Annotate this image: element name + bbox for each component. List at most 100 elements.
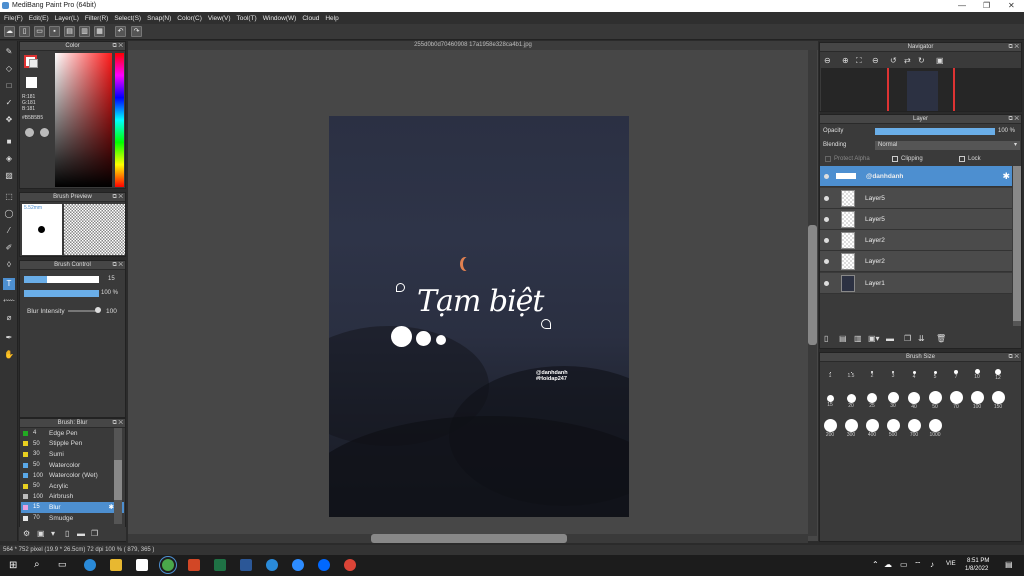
visibility-icon[interactable] [824,216,829,222]
brush-item-sumi[interactable]: 30 Sumi [21,449,124,460]
rotate-right-icon[interactable]: ↻ [918,56,925,65]
menu-layer[interactable]: Layer(L) [55,15,79,22]
document-tab[interactable]: 255d0b0d70460908 17a1958e328ca4b1.jpg [128,41,818,50]
medibang-icon[interactable] [159,556,177,574]
flip-icon[interactable]: ⇄ [904,56,911,65]
hue-slider[interactable] [115,53,124,187]
menu-help[interactable]: Help [325,15,338,22]
brush-size-cell[interactable]: 25 [862,390,882,414]
panel-close-icon[interactable]: ⧉ ✕ [112,261,123,270]
lock-checkbox[interactable] [959,156,965,162]
duplicate-icon[interactable]: ❐ [904,334,911,343]
brush-folder-icon[interactable]: ▬ [77,529,85,538]
brush-item-smudge[interactable]: 70 Smudge [21,513,124,524]
brush-size-cell[interactable]: 30 [883,390,903,414]
brush-size-cell[interactable]: 70 [946,390,966,414]
visibility-icon[interactable] [824,195,829,201]
brush-size-cell[interactable]: 10 [967,363,987,387]
layer-row-danhdanh[interactable]: @danhdanh ✱ [820,166,1012,187]
menu-color[interactable]: Color(C) [177,15,202,22]
brush-size-cell[interactable]: 400 [862,418,882,442]
visibility-icon[interactable] [824,173,829,179]
panel-close-icon[interactable]: ⧉ ✕ [1008,353,1019,362]
navigator-preview[interactable] [821,68,1021,111]
layer-list-scrollbar[interactable] [1013,166,1021,326]
operation-tool-icon[interactable]: ⬳ [3,295,15,307]
clipping-checkbox[interactable] [892,156,898,162]
undo-icon[interactable]: ↶ [115,26,126,37]
wifi-icon[interactable]: ⌔ [914,560,922,570]
blur-intensity-handle[interactable] [95,307,101,313]
new-file-icon[interactable]: ▯ [19,26,30,37]
magic-wand-tool-icon[interactable]: ⁄ [3,225,15,237]
panel-close-icon[interactable]: ⧉ ✕ [112,419,123,428]
brush-list-scrollbar[interactable] [114,428,122,524]
brush-size-cell[interactable]: 7 [946,363,966,387]
brush-size-cell[interactable]: 12 [988,363,1008,387]
brush-size-cell[interactable]: 300 [841,418,861,442]
protect-alpha-checkbox[interactable] [825,156,831,162]
save-icon[interactable]: ▪ [49,26,60,37]
new-layer-icon[interactable]: ▯ [824,334,828,343]
word-icon[interactable] [240,559,252,571]
trash-icon[interactable]: 🗑 [936,334,946,343]
store-icon[interactable] [136,559,148,571]
brush-item-airbrush[interactable]: 100 Airbrush [21,492,124,503]
brush-item-watercolor-wet[interactable]: 100 Watercolor (Wet) [21,470,124,481]
text-tool-icon[interactable]: T [3,278,15,290]
menu-edit[interactable]: Edit(E) [29,15,49,22]
color-wheel-icon[interactable] [40,128,49,137]
menu-snap[interactable]: Snap(N) [147,15,171,22]
fill-rect-tool-icon[interactable]: ■ [3,136,15,148]
folder-icon[interactable]: ▬ [886,334,894,343]
check-tool-icon[interactable]: ✓ [3,97,15,109]
rotate-left-icon[interactable]: ↺ [890,56,897,65]
menu-filter[interactable]: Filter(R) [85,15,108,22]
brush-copy-icon[interactable]: ❐ [91,529,98,538]
zoom-icon[interactable] [292,559,304,571]
horizontal-scrollbar[interactable] [128,534,808,543]
menu-select[interactable]: Select(S) [114,15,141,22]
palette-icon[interactable] [25,128,34,137]
search-icon[interactable]: ⌕ [34,559,40,570]
layer-row[interactable]: Layer1 [820,273,1012,294]
lasso-tool-icon[interactable]: ◯ [3,208,15,220]
vertical-scrollbar[interactable] [808,50,817,536]
blur-intensity-slider[interactable] [68,310,98,312]
brush-size-cell[interactable]: 40 [904,390,924,414]
layer-row[interactable]: Layer2 [820,251,1012,272]
excel-icon[interactable] [214,559,226,571]
menu-tool[interactable]: Tool(T) [237,15,257,22]
brush-item-watercolor[interactable]: 50 Watercolor [21,460,124,471]
brush-item-edge-pen[interactable]: 4 Edge Pen [21,428,124,439]
hand-tool-icon[interactable]: ✋ [3,349,15,361]
brush-size-slider[interactable] [24,276,99,283]
bucket-tool-icon[interactable]: ◈ [3,153,15,165]
navigator-settings-icon[interactable]: ▣ [936,56,944,65]
export-icon[interactable]: ▤ [64,26,75,37]
visibility-icon[interactable] [824,258,829,264]
select-rect-tool-icon[interactable]: ⬚ [3,191,15,203]
cloud-icon[interactable]: ☁ [4,26,15,37]
menu-window[interactable]: Window(W) [263,15,297,22]
chevron-up-icon[interactable]: ⌃ [872,560,879,569]
brush-size-cell[interactable]: 20 [841,390,861,414]
panel-close-icon[interactable]: ⧉ ✕ [112,42,123,51]
layer-row[interactable]: Layer5 [820,209,1012,230]
zoom-reset-icon[interactable]: ⊖ [872,56,879,65]
layer-opacity-slider[interactable] [875,128,995,135]
brush-item-blur[interactable]: 15 Blur ✱ [21,502,124,513]
brush-item-stipple-pen[interactable]: 50 Stipple Pen [21,439,124,450]
brush-size-cell[interactable]: 500 [883,418,903,442]
notification-icon[interactable]: ▤ [1005,560,1013,569]
menu-view[interactable]: View(V) [208,15,231,22]
minimize-icon[interactable]: — [958,1,966,10]
brush-item-acrylic[interactable]: 50 Acrylic [21,481,124,492]
merge-down-icon[interactable]: ⇊ [918,334,925,343]
windows-start-icon[interactable]: ⊞ [9,560,17,571]
brush-layer-icon[interactable]: ▣ [37,529,45,538]
saturation-value-picker[interactable] [55,53,112,187]
eyedropper-tool-icon[interactable]: ⌀ [3,312,15,324]
onedrive-icon[interactable]: ☁ [884,560,892,569]
brush-size-cell[interactable]: 2 [862,363,882,387]
